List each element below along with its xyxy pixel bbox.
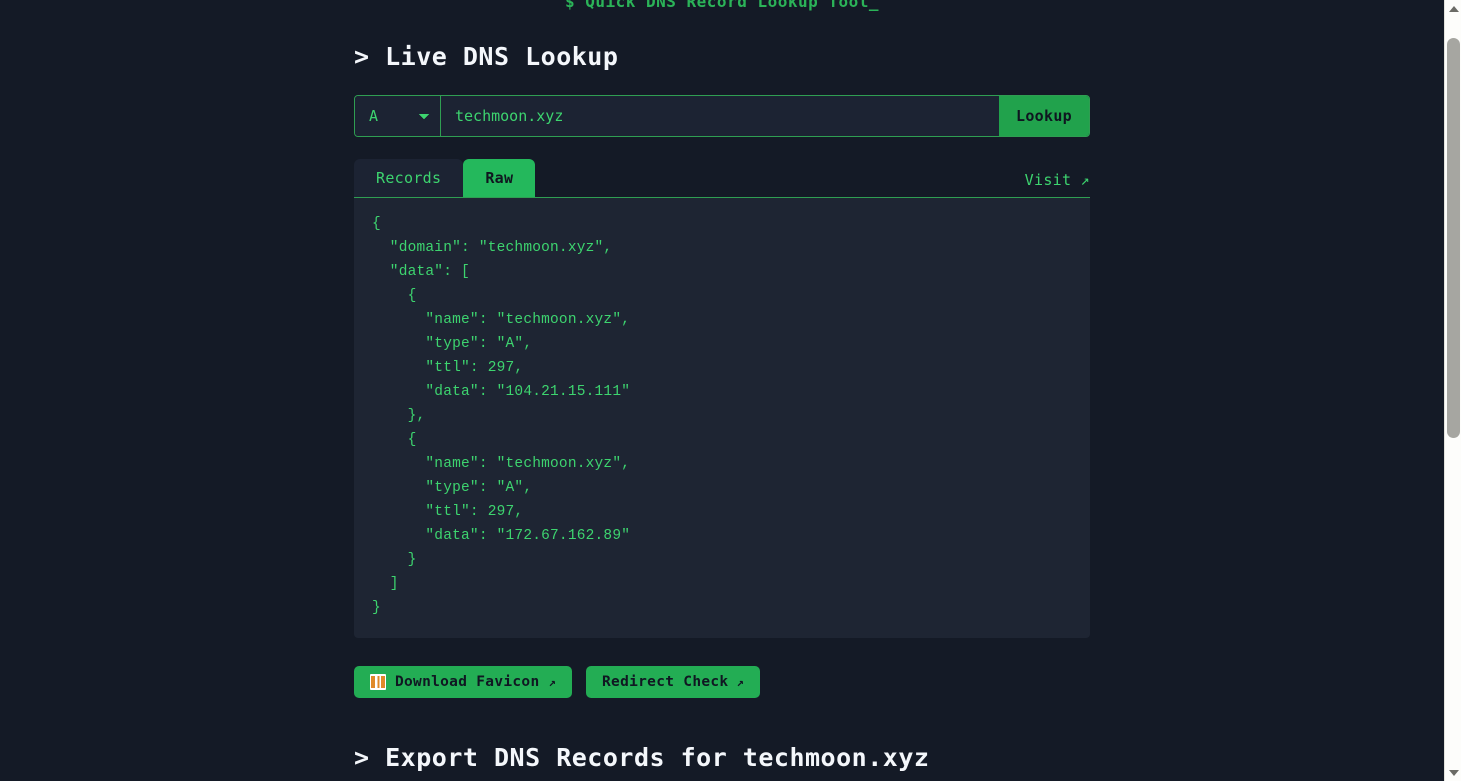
- raw-json-output: { "domain": "techmoon.xyz", "data": [ { …: [354, 198, 1090, 638]
- dns-lookup-form: A Lookup: [354, 95, 1090, 137]
- heading-text: Live DNS Lookup: [385, 42, 619, 71]
- redirect-check-label: Redirect Check: [602, 674, 729, 690]
- download-favicon-label: Download Favicon: [395, 674, 540, 690]
- external-link-icon: ↗: [736, 675, 744, 689]
- redirect-check-button[interactable]: Redirect Check ↗: [586, 666, 760, 698]
- results-tabs: Records Raw Visit ↗: [354, 159, 1090, 198]
- download-favicon-button[interactable]: Download Favicon ↗: [354, 666, 573, 698]
- tab-records[interactable]: Records: [354, 159, 464, 197]
- page-content: $ Quick DNS Record Lookup Tool_ > Live D…: [0, 0, 1444, 781]
- live-dns-lookup-heading: > Live DNS Lookup: [354, 42, 1090, 71]
- record-type-select[interactable]: A: [355, 96, 441, 136]
- terminal-tagline: $ Quick DNS Record Lookup Tool_: [564, 0, 880, 11]
- favicon-image-icon: [370, 674, 386, 690]
- domain-input[interactable]: [441, 96, 999, 136]
- page-viewport: $ Quick DNS Record Lookup Tool_ > Live D…: [0, 0, 1444, 781]
- export-records-heading: > Export DNS Records for techmoon.xyz: [354, 743, 1090, 772]
- result-actions: Download Favicon ↗ Redirect Check ↗: [354, 666, 1090, 698]
- scrollbar-thumb[interactable]: [1447, 38, 1460, 438]
- lookup-button[interactable]: Lookup: [999, 96, 1089, 136]
- vertical-scrollbar[interactable]: [1444, 0, 1461, 781]
- scroll-up-arrow-icon[interactable]: [1445, 0, 1461, 17]
- external-link-icon: ↗: [548, 675, 557, 689]
- heading-caret: >: [354, 42, 370, 71]
- export-heading-text: Export DNS Records for techmoon.xyz: [385, 743, 930, 772]
- visit-link[interactable]: Visit ↗: [1025, 171, 1090, 197]
- tab-raw[interactable]: Raw: [463, 159, 536, 197]
- scroll-down-arrow-icon[interactable]: [1445, 764, 1461, 781]
- export-heading-caret: >: [354, 743, 370, 772]
